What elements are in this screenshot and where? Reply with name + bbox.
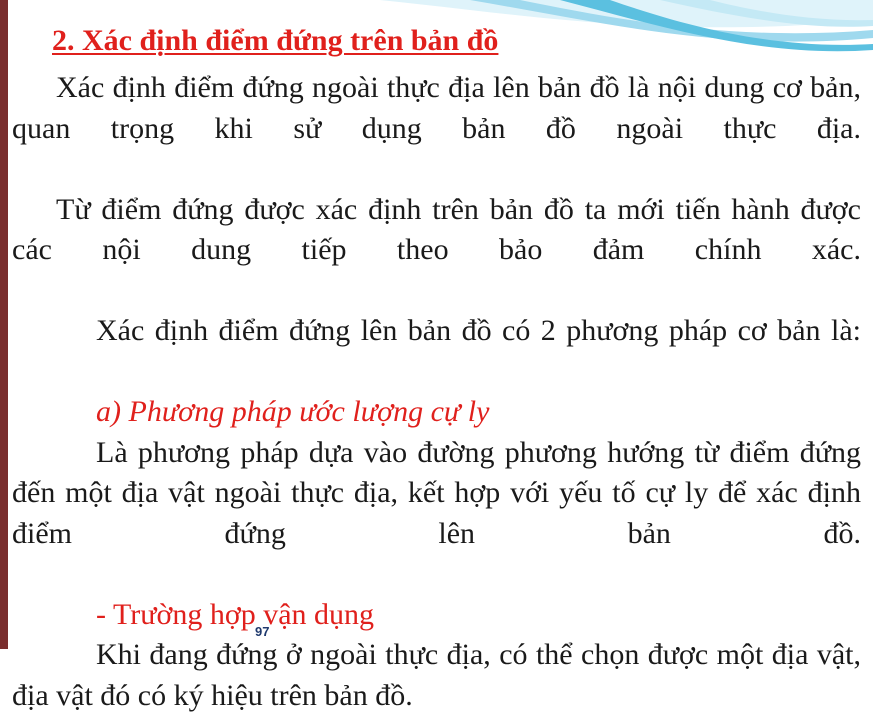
paragraph-3: Xác định điểm đứng lên bản đồ có 2 phươn… bbox=[96, 314, 861, 347]
subsection-text: Khi đang đứng ở ngoài thực địa, có thể c… bbox=[12, 638, 861, 712]
left-accent-bar bbox=[0, 0, 8, 649]
section-a-heading: a) Phương pháp ước lượng cự ly bbox=[96, 395, 490, 428]
slide-title: 2. Xác định điểm đứng trên bản đồ bbox=[52, 24, 499, 57]
section-a-text: Là phương pháp dựa vào đường phương hướn… bbox=[12, 435, 861, 550]
paragraph-1: Xác định điểm đứng ngoài thực địa lên bả… bbox=[12, 71, 861, 145]
slide-content: Xác định điểm đứng ngoài thực địa lên bả… bbox=[12, 68, 861, 716]
paragraph-2: Từ điểm đứng được xác định trên bản đồ t… bbox=[12, 192, 861, 267]
subsection-heading: - Trường hợp vận dụng bbox=[96, 597, 375, 631]
page-number: 97 bbox=[255, 624, 270, 639]
